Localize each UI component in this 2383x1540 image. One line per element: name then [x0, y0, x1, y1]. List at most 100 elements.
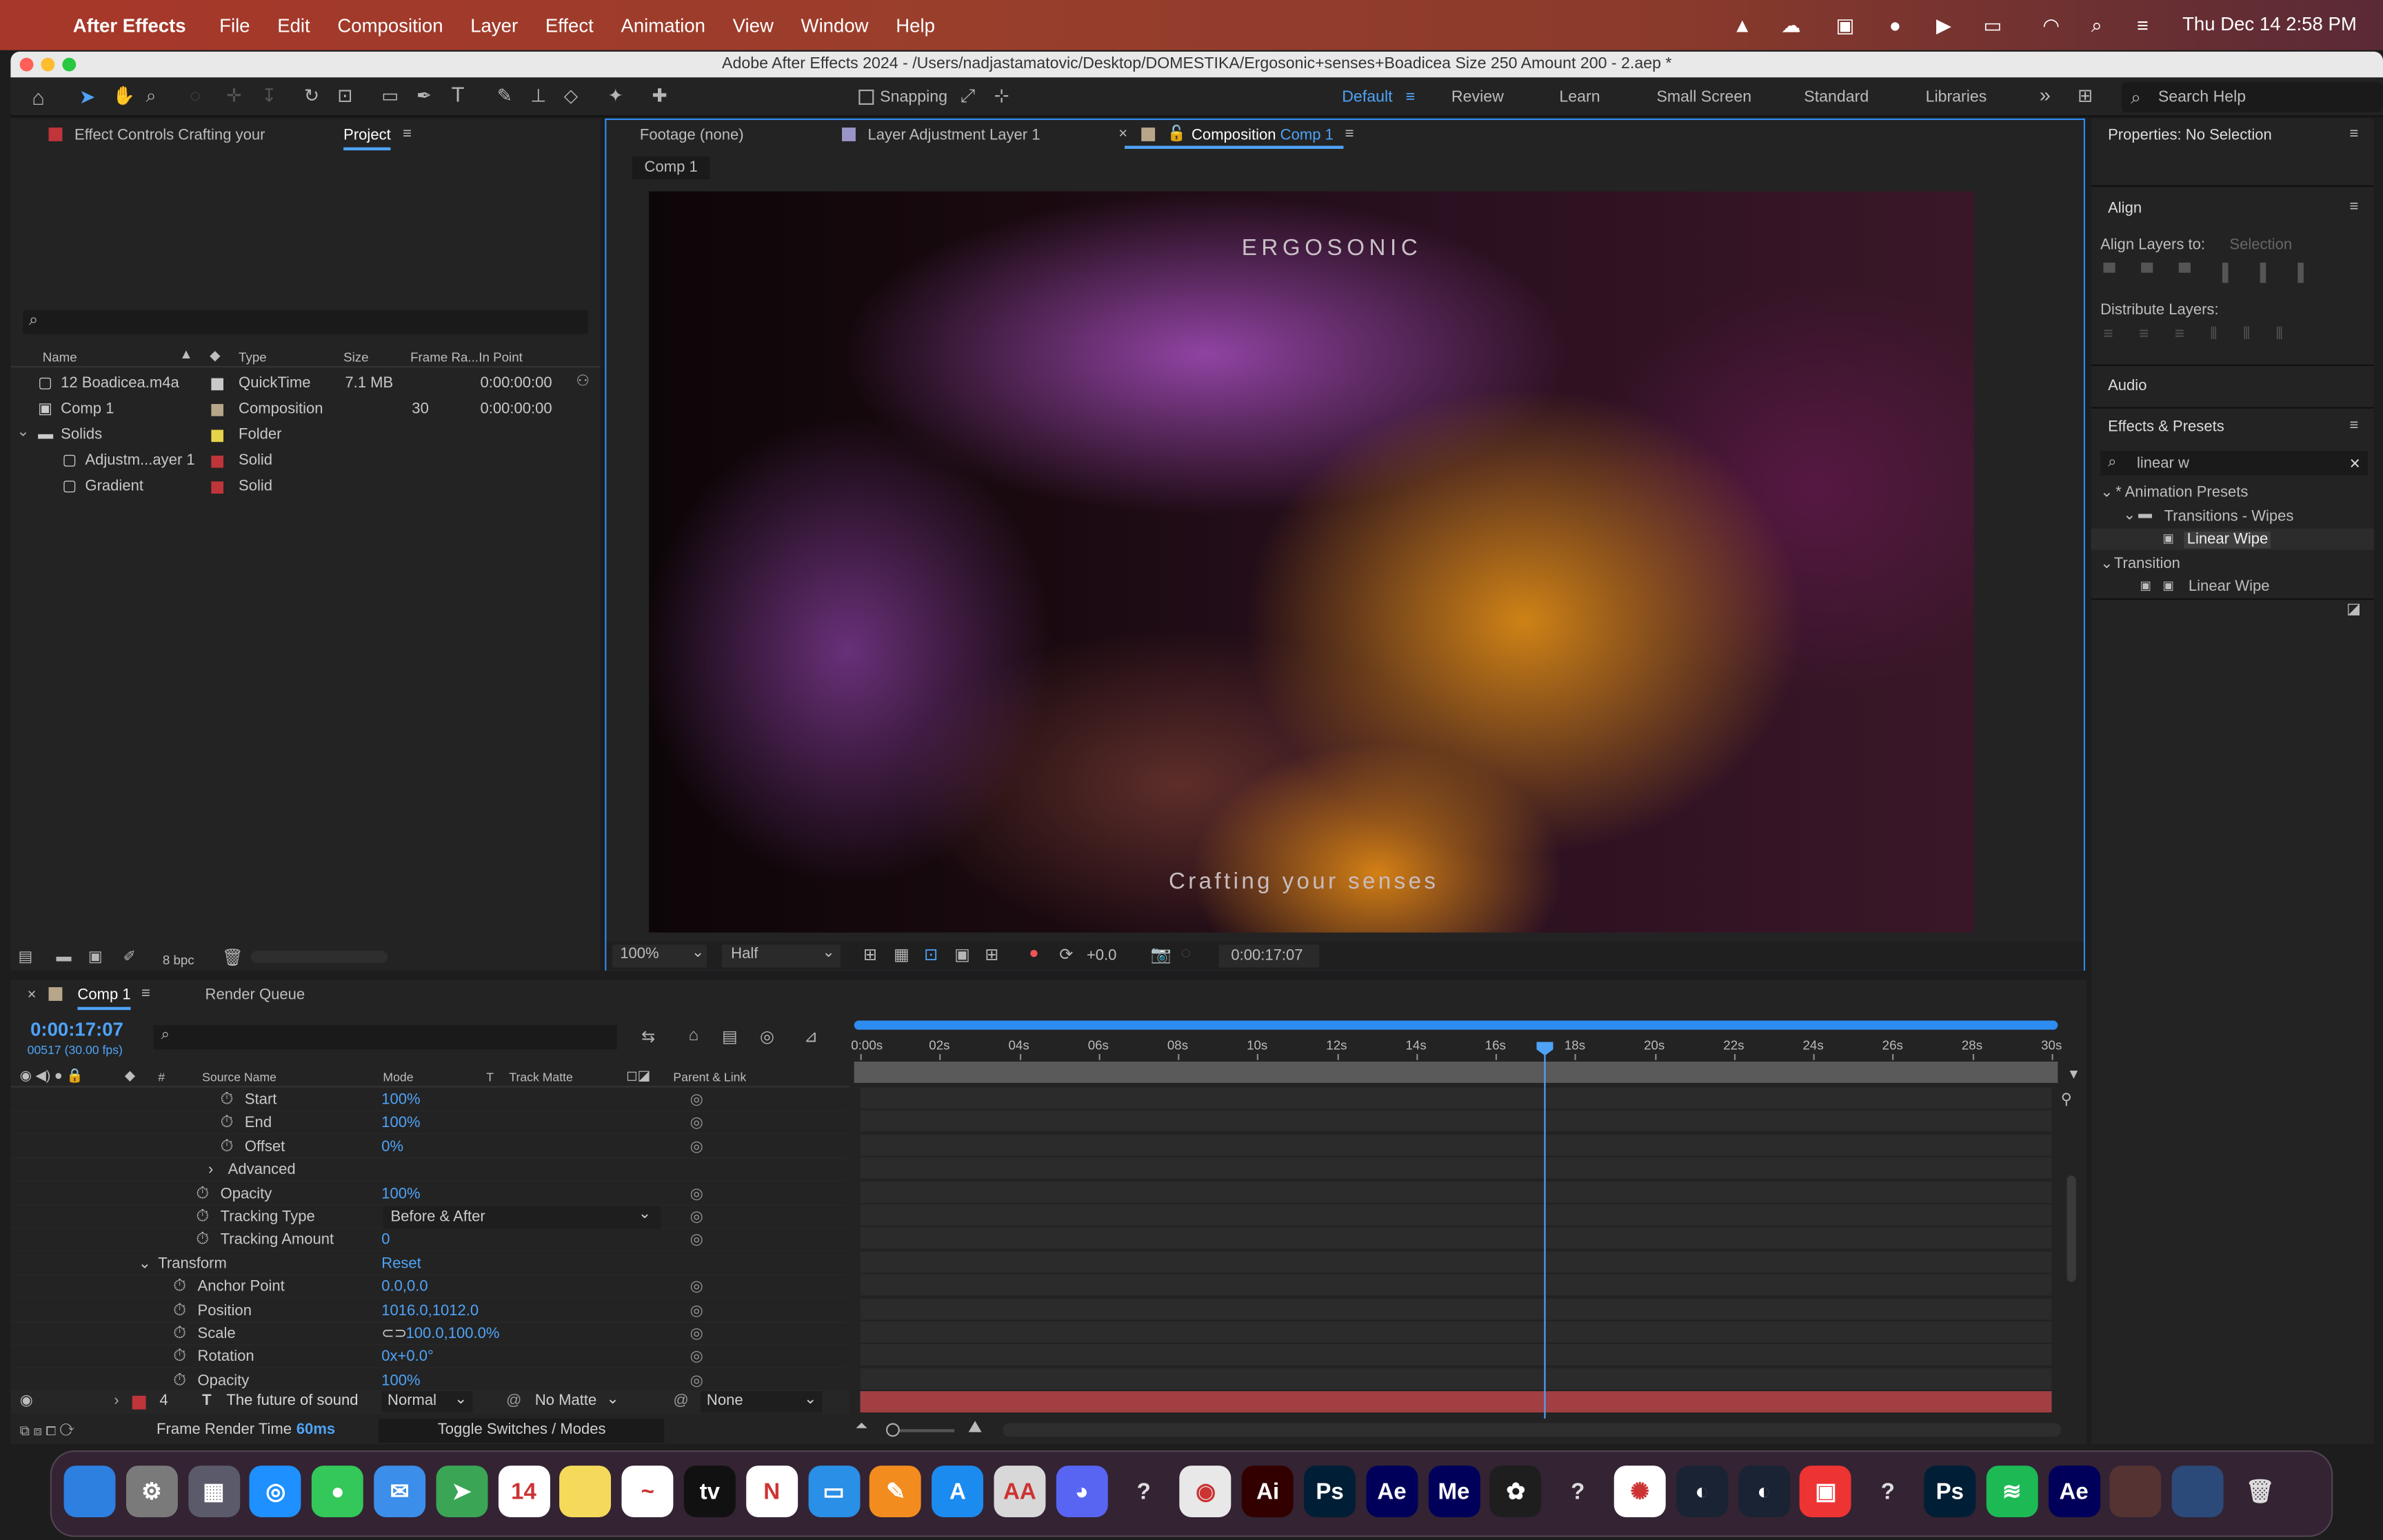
chevron-right-icon[interactable]: ›	[114, 1390, 119, 1414]
pan-behind-tool-icon[interactable]: ⊡	[337, 85, 352, 106]
close-tab-icon[interactable]: ×	[1118, 126, 1127, 143]
puppet-tool-icon[interactable]: ✚	[652, 85, 667, 106]
comp-button-icon[interactable]: ⚲	[2061, 1092, 2072, 1108]
stopwatch-icon[interactable]: ⏱	[221, 1136, 234, 1159]
sort-ascending-icon[interactable]: ▲	[179, 346, 193, 361]
orbit-tool-icon[interactable]: ◌	[190, 85, 201, 106]
property-value-field[interactable]: 0	[381, 1229, 390, 1252]
messages-icon[interactable]: ●	[312, 1466, 364, 1517]
workspace-layout-icon[interactable]: ⊞	[2078, 85, 2093, 106]
project-item[interactable]: ▢ 12 Boadicea.m4a QuickTime 7.1 MB 0:00:00:0…	[10, 372, 600, 396]
tab-project[interactable]: Project	[343, 128, 391, 151]
comp-breadcrumb[interactable]: Comp 1	[632, 156, 710, 179]
expression-pick-whip-icon[interactable]: ◎	[690, 1182, 703, 1205]
tab-comp-timeline[interactable]: Comp 1	[77, 987, 131, 1011]
minimized-window-2[interactable]	[2172, 1466, 2224, 1517]
font-book-icon[interactable]: AA	[994, 1466, 1046, 1517]
minimized-window-1[interactable]	[2110, 1466, 2162, 1517]
hand-tool-icon[interactable]: ✋	[112, 85, 135, 106]
rectangle-tool-icon[interactable]: ▭	[381, 85, 399, 106]
property-value-field[interactable]: 100.0,100.0%	[405, 1323, 499, 1346]
property-row[interactable]: ⌄ Transform Reset	[10, 1253, 847, 1276]
menu-view[interactable]: View	[733, 14, 774, 36]
safari-icon[interactable]: ◎	[250, 1466, 302, 1517]
property-row[interactable]: ⏱ Offset 0% ◎	[10, 1136, 847, 1159]
stopwatch-icon[interactable]: ⏱	[173, 1299, 186, 1322]
effects-search-input[interactable]: ⌕ linear w ×	[2100, 451, 2368, 476]
menu-window[interactable]: Window	[801, 14, 869, 36]
col-size[interactable]: Size	[343, 349, 368, 365]
property-row[interactable]: ⏱ Anchor Point 0.0,0.0 ◎	[10, 1276, 847, 1299]
col-t[interactable]: T	[486, 1071, 494, 1084]
magnification-dropdown[interactable]: 100% ⌄	[612, 944, 707, 968]
property-track[interactable]	[860, 1274, 2052, 1297]
after-effects-icon[interactable]: Ae	[1366, 1466, 1418, 1517]
zoom-out-icon[interactable]: ⏶	[856, 1419, 868, 1435]
rotate-tool-icon[interactable]: ↻	[304, 85, 319, 106]
project-scrollbar[interactable]	[250, 951, 388, 963]
project-item[interactable]: ▣ Comp 1 Composition 30 0:00:00:00	[10, 398, 600, 422]
align-menu-icon[interactable]: ≡	[2350, 199, 2359, 216]
channel-icon[interactable]: ●	[1029, 944, 1039, 962]
label-color-swatch[interactable]	[211, 404, 224, 416]
close-timeline-tab-icon[interactable]: ×	[28, 987, 37, 1004]
distribute-buttons[interactable]: ≡≡≡⫴⫴⫴	[2103, 325, 2364, 346]
layer-label-color[interactable]	[132, 1395, 146, 1410]
label-color-swatch[interactable]	[211, 481, 224, 494]
constrain-proportions-icon[interactable]: ⊂⊃	[381, 1323, 407, 1346]
property-row[interactable]: ⏱ Position 1016.0,1012.0 ◎	[10, 1299, 847, 1323]
app-store-icon[interactable]: A	[932, 1466, 984, 1517]
spotlight-icon[interactable]: ⌕	[2091, 14, 2102, 38]
menu-app-name[interactable]: After Effects	[73, 14, 186, 36]
zoom-tool-icon[interactable]: ⌕	[146, 85, 157, 108]
property-track[interactable]	[860, 1344, 2052, 1368]
chevron-down-icon[interactable]: ⌄	[139, 1253, 151, 1275]
parent-pick-whip-icon[interactable]: @	[673, 1390, 688, 1414]
col-track-matte[interactable]: Track Matte	[509, 1071, 572, 1084]
stopwatch-icon[interactable]: ⏱	[173, 1276, 186, 1299]
project-menu-icon[interactable]: ≡	[403, 126, 412, 143]
layer-duration-bar[interactable]	[860, 1391, 2052, 1412]
tab-effect-controls[interactable]: Effect Controls Crafting your	[74, 128, 265, 144]
property-value-field[interactable]: 100%	[381, 1370, 420, 1392]
chevron-down-icon[interactable]: ⌄	[17, 424, 29, 440]
project-item[interactable]: ▢ Adjustm...ayer 1 Solid	[10, 449, 600, 474]
layer-row[interactable]: ◉ › 4 T The future of sound Normal ⌄ @ N…	[10, 1389, 850, 1415]
control-center-icon[interactable]: ≡	[2137, 14, 2149, 37]
dolly-tool-icon[interactable]: ↧	[261, 85, 276, 106]
lock-icon[interactable]: 🔓	[1167, 126, 1186, 143]
wifi-icon[interactable]: ◠	[2042, 14, 2060, 38]
property-track[interactable]	[860, 1087, 2052, 1111]
property-row[interactable]: ⏱ Opacity 100% ◎	[10, 1182, 847, 1206]
zoom-in-icon[interactable]: ⛰	[968, 1419, 982, 1439]
home-icon[interactable]: ⌂	[32, 85, 45, 109]
selection-tool-icon[interactable]: ➤	[79, 85, 96, 109]
chevron-down-icon[interactable]: ⌄	[2100, 556, 2113, 572]
av-switches-icons[interactable]: ◉ ◀) ● 🔒	[20, 1068, 83, 1084]
current-time-indicator[interactable]	[1544, 1054, 1546, 1419]
minimize-window-button[interactable]	[41, 57, 55, 72]
sync-icon[interactable]: ☁	[1781, 14, 1801, 38]
col-frame-rate[interactable]: Frame Ra...	[410, 349, 479, 365]
property-row[interactable]: ⏱ Tracking Type Before & After ⌄ ◎	[10, 1206, 847, 1229]
property-row[interactable]: ⏱ End 100% ◎	[10, 1113, 847, 1135]
label-color-swatch[interactable]	[211, 455, 224, 468]
delete-icon[interactable]: 🗑	[222, 948, 243, 967]
parent-dropdown[interactable]: None ⌄	[701, 1391, 823, 1412]
property-row[interactable]: ⏱ Opacity 100% ◎	[10, 1370, 847, 1392]
eye-icon[interactable]: ◉	[20, 1390, 33, 1414]
label-color-swatch[interactable]	[211, 429, 224, 443]
col-type[interactable]: Type	[239, 349, 267, 365]
maps-icon[interactable]: ➤	[436, 1466, 488, 1517]
menu-animation[interactable]: Animation	[621, 14, 705, 36]
menu-edit[interactable]: Edit	[277, 14, 310, 36]
timeline-zoom-handle[interactable]	[885, 1423, 900, 1437]
work-area-bar[interactable]	[854, 1020, 2058, 1030]
stopwatch-icon[interactable]: ⏱	[173, 1346, 186, 1369]
property-value-field[interactable]: 0%	[381, 1136, 403, 1159]
close-window-button[interactable]	[19, 57, 34, 72]
expression-pick-whip-icon[interactable]: ◎	[690, 1089, 703, 1112]
workspace-menu-icon[interactable]: ≡	[1406, 88, 1416, 106]
clock[interactable]: Thu Dec 14 2:58 PM	[2182, 14, 2357, 35]
freeform-icon[interactable]: ~	[621, 1466, 674, 1517]
